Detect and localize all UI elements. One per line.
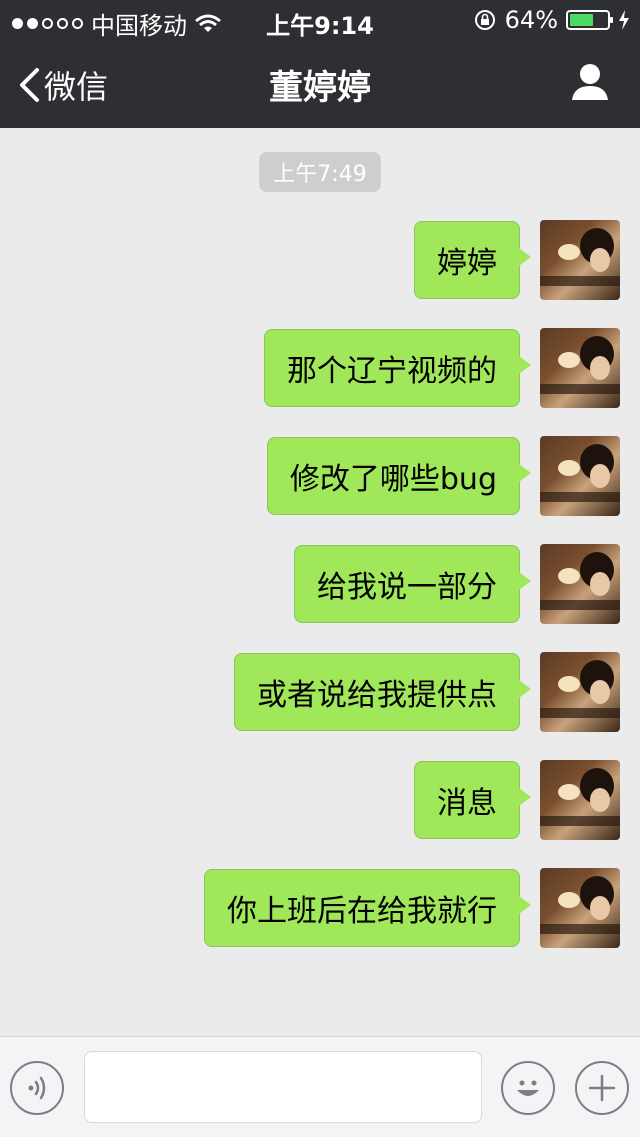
message-row: 你上班后在给我就行 [204, 868, 620, 948]
message-bubble[interactable]: 婷婷 [414, 221, 531, 299]
message-bubble[interactable]: 那个辽宁视频的 [264, 329, 531, 407]
emoji-button[interactable] [501, 1061, 555, 1115]
message-bubble[interactable]: 你上班后在给我就行 [204, 869, 531, 947]
message-timestamp: 上午7:49 [259, 152, 381, 192]
message-bubble[interactable]: 或者说给我提供点 [234, 653, 531, 731]
top-bar: 中国移动 上午9:14 64% 微信 董婷婷 [0, 0, 640, 128]
avatar[interactable] [540, 328, 620, 408]
message-row: 给我说一部分 [294, 544, 620, 624]
battery-fill [570, 14, 593, 26]
charging-icon [619, 10, 629, 30]
profile-button[interactable] [570, 62, 610, 102]
message-row: 消息 [414, 760, 620, 840]
message-row: 修改了哪些bug [266, 436, 620, 516]
input-bar [0, 1036, 640, 1137]
avatar[interactable] [540, 544, 620, 624]
chat-title: 董婷婷 [269, 68, 371, 108]
avatar[interactable] [540, 436, 620, 516]
avatar[interactable] [540, 220, 620, 300]
emoji-icon [517, 1080, 539, 1096]
voice-button[interactable] [10, 1061, 64, 1115]
nav-bar: 微信 董婷婷 [0, 40, 640, 128]
message-input[interactable] [84, 1051, 482, 1123]
status-right: 64% [473, 6, 630, 34]
battery-percent: 64% [504, 6, 558, 34]
message-row: 婷婷 [414, 220, 620, 300]
status-bar: 中国移动 上午9:14 64% [0, 0, 640, 40]
message-bubble[interactable]: 消息 [414, 761, 531, 839]
avatar[interactable] [540, 760, 620, 840]
message-bubble[interactable]: 修改了哪些bug [266, 437, 532, 515]
message-row: 或者说给我提供点 [234, 652, 620, 732]
avatar[interactable] [540, 868, 620, 948]
avatar[interactable] [540, 652, 620, 732]
plus-icon [588, 1074, 616, 1102]
rotation-lock-icon [474, 10, 495, 30]
voice-icon [28, 1076, 46, 1100]
profile-icon [572, 64, 608, 100]
message-bubble[interactable]: 给我说一部分 [294, 545, 531, 623]
more-button[interactable] [575, 1061, 629, 1115]
message-row: 那个辽宁视频的 [264, 328, 620, 408]
chat-area[interactable]: 上午7:49 婷婷 那个辽宁视频的 修改了哪些bug 给我说一部分 或者说给我提… [0, 128, 640, 1036]
battery-icon [566, 10, 613, 30]
